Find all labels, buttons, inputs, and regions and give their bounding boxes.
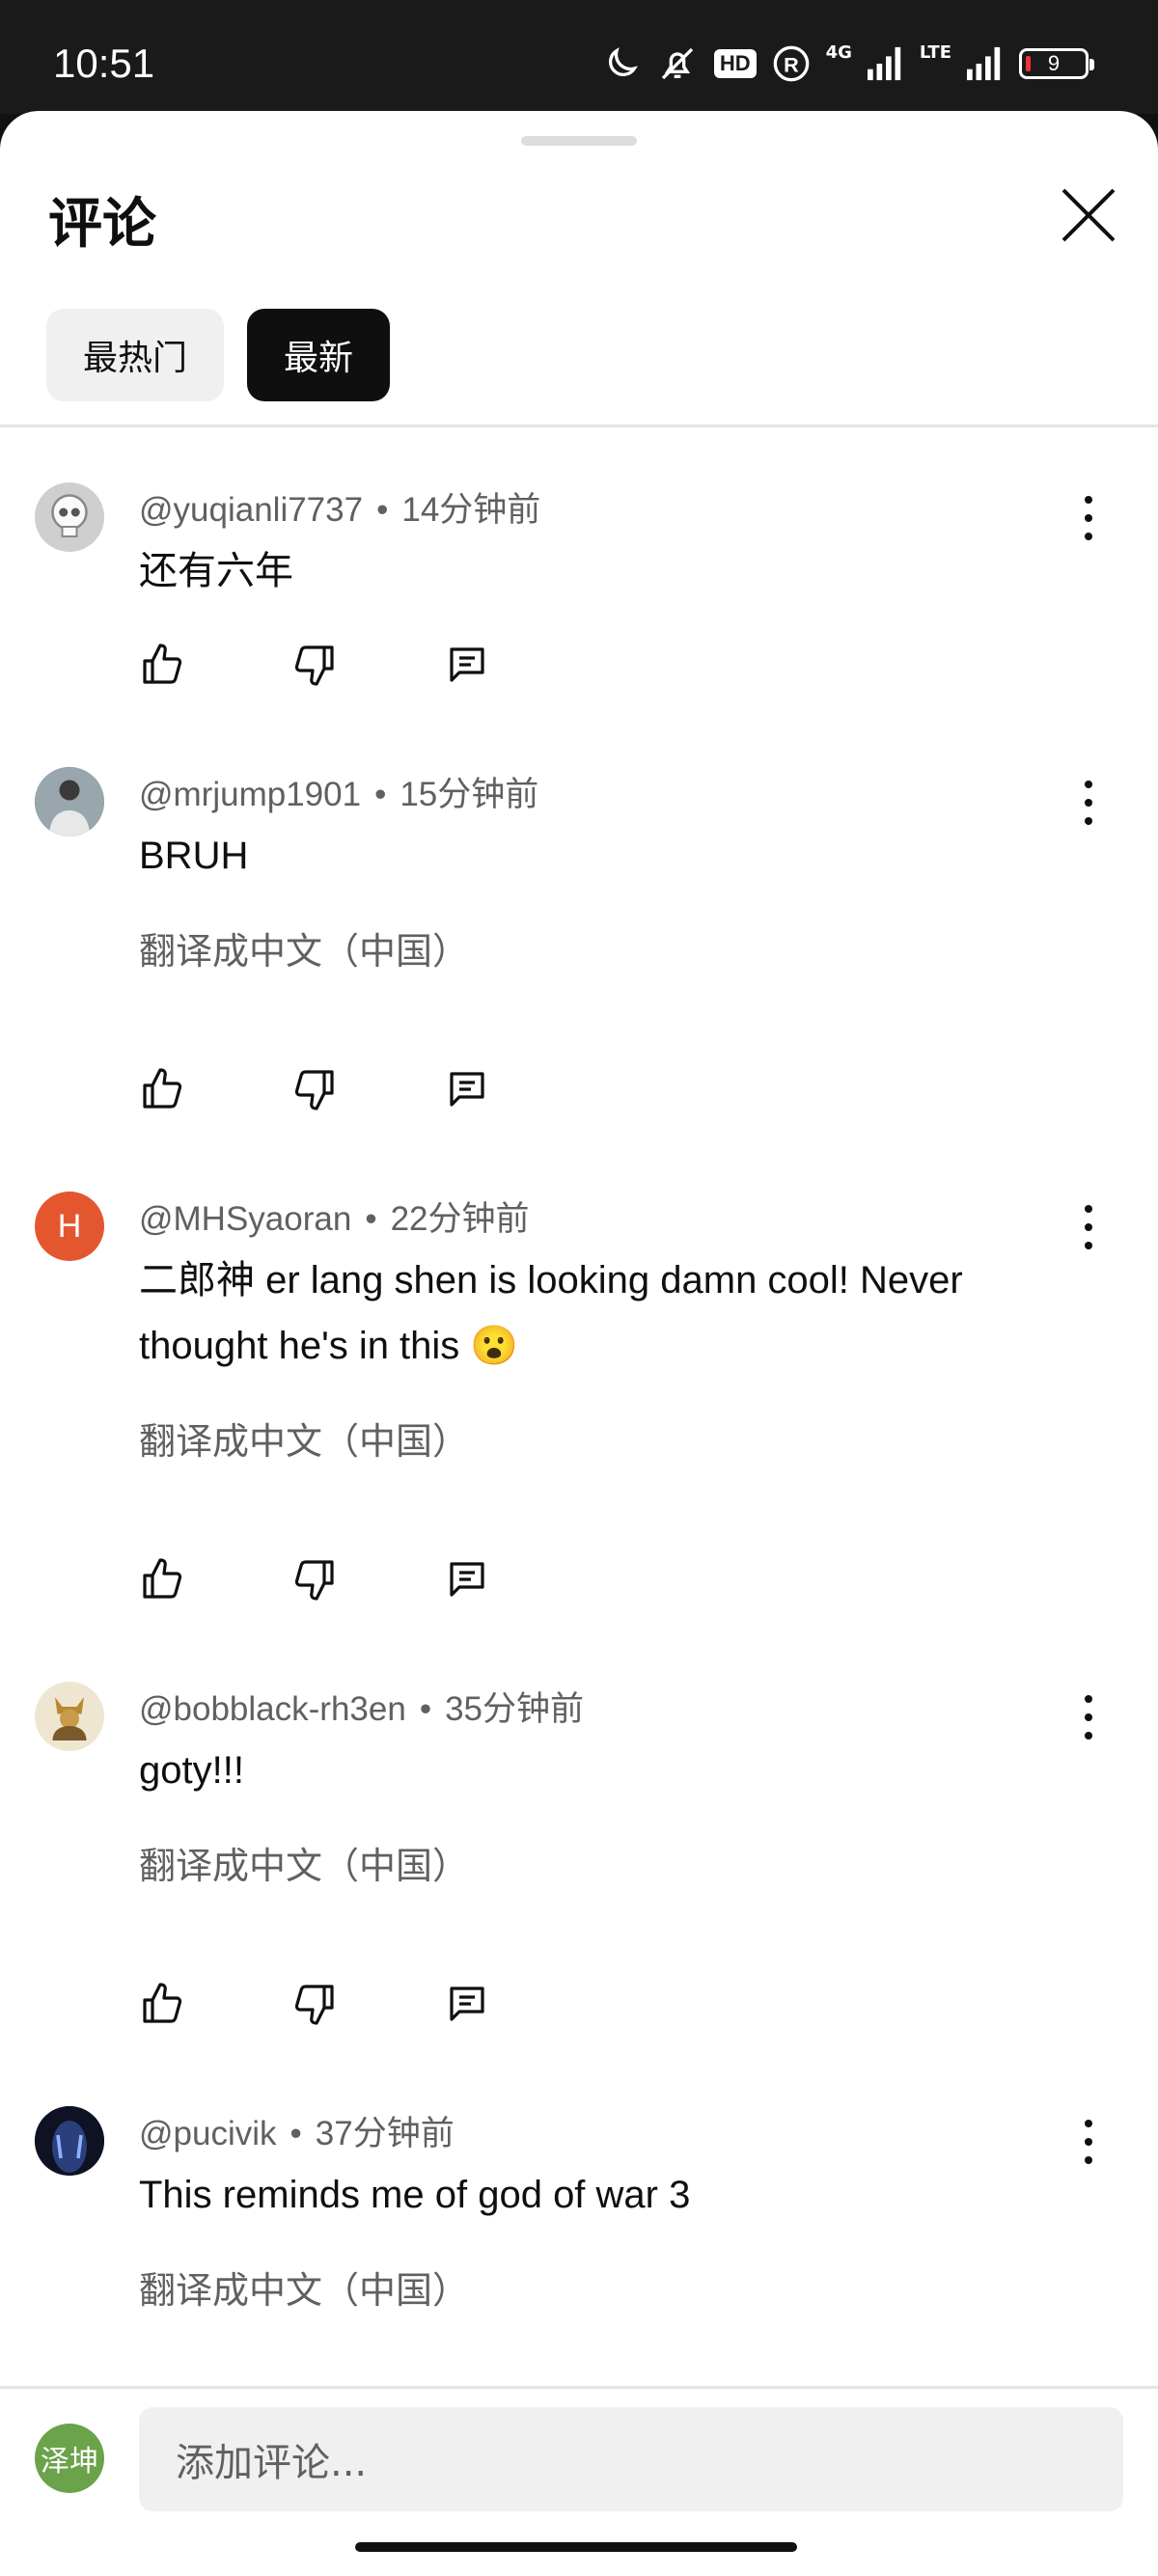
comment-time: 14分钟前 — [401, 491, 541, 529]
more-icon[interactable] — [1071, 496, 1106, 540]
comment-author[interactable]: @bobblack-rh3en — [139, 1690, 406, 1728]
drag-handle[interactable] — [521, 136, 637, 146]
comment-author[interactable]: @mrjump1901 — [139, 776, 361, 813]
signal-icon — [867, 46, 901, 81]
chip-top[interactable]: 最热门 — [46, 309, 225, 401]
translate-link[interactable]: 翻译成中文（中国） — [139, 1836, 469, 1889]
like-icon[interactable] — [139, 1981, 185, 2027]
comment-text: BRUH — [139, 835, 249, 877]
comment-meta: @bobblack-rh3en • 35分钟前 — [139, 1690, 585, 1728]
divider — [0, 2386, 1158, 2389]
dislike-icon[interactable] — [291, 1066, 338, 1112]
comment-meta: @mrjump1901 • 15分钟前 — [139, 776, 539, 813]
reply-icon[interactable] — [444, 1066, 490, 1112]
more-icon[interactable] — [1071, 781, 1106, 825]
status-bar: 10:51 HD R 4G LTE 9 — [0, 0, 1158, 114]
avatar[interactable]: H — [35, 1192, 104, 1261]
signal-icon — [967, 46, 1001, 81]
translate-link[interactable]: 翻译成中文（中国） — [139, 1411, 469, 1465]
comment-actions — [139, 1066, 490, 1112]
comment-text: goty!!! — [139, 1749, 244, 1792]
reply-icon[interactable] — [444, 1556, 490, 1603]
comment-time: 15分钟前 — [400, 776, 539, 813]
mute-icon — [661, 47, 694, 80]
more-icon[interactable] — [1071, 1695, 1106, 1740]
more-icon[interactable] — [1071, 1205, 1106, 1249]
status-time: 10:51 — [53, 41, 155, 86]
comment-actions — [139, 642, 490, 688]
dislike-icon[interactable] — [291, 642, 338, 688]
comment-author[interactable]: @pucivik — [139, 2115, 277, 2152]
character-icon — [52, 1697, 87, 1740]
comment-author[interactable]: @MHSyaoran — [139, 1200, 351, 1238]
comment-text: 二郎神 er lang shen is looking damn cool! N… — [139, 1259, 963, 1367]
skull-icon — [51, 494, 88, 537]
divider — [0, 425, 1158, 427]
comment-time: 22分钟前 — [390, 1200, 530, 1238]
sort-chips: 最热门 最新 — [46, 309, 391, 401]
my-avatar[interactable]: 泽坤 — [35, 2424, 104, 2493]
like-icon[interactable] — [139, 642, 185, 688]
comment-meta: @yuqianli7737 • 14分钟前 — [139, 491, 541, 529]
dislike-icon[interactable] — [291, 1981, 338, 2027]
like-icon[interactable] — [139, 1556, 185, 1603]
net-label-lte: LTE — [919, 42, 951, 63]
svg-text:R: R — [784, 52, 799, 76]
comment-meta: @pucivik • 37分钟前 — [139, 2115, 455, 2152]
sheet-title: 评论 — [48, 193, 156, 256]
status-icons: HD R 4G LTE 9 — [602, 42, 1094, 85]
avatar[interactable] — [35, 482, 104, 552]
comment-actions — [139, 1556, 490, 1603]
translate-link[interactable]: 翻译成中文（中国） — [139, 2261, 469, 2314]
comment-time: 35分钟前 — [445, 1690, 585, 1728]
close-icon[interactable] — [1060, 186, 1117, 244]
avatar[interactable] — [35, 1682, 104, 1751]
battery-level: 9 — [1047, 51, 1061, 75]
comment-text: This reminds me of god of war 3 — [139, 2174, 691, 2216]
translate-link[interactable]: 翻译成中文（中国） — [139, 921, 469, 974]
character-icon — [35, 2106, 104, 2176]
comment-meta: @MHSyaoran • 22分钟前 — [139, 1200, 530, 1238]
home-indicator[interactable] — [355, 2542, 797, 2552]
moon-icon — [608, 47, 638, 76]
chip-newest[interactable]: 最新 — [247, 309, 391, 401]
comment-author[interactable]: @yuqianli7737 — [139, 491, 363, 529]
dislike-icon[interactable] — [291, 1556, 338, 1603]
reply-icon[interactable] — [444, 642, 490, 688]
avatar[interactable] — [35, 767, 104, 836]
more-icon[interactable] — [1071, 2120, 1106, 2164]
comment-text: 还有六年 — [139, 550, 293, 592]
reply-icon[interactable] — [444, 1981, 490, 2027]
add-comment-input[interactable]: 添加评论... — [139, 2407, 1123, 2511]
avatar[interactable] — [35, 2106, 104, 2176]
net-label-4g: 4G — [825, 42, 852, 63]
registered-icon: R — [773, 45, 809, 82]
person-icon — [35, 767, 104, 836]
like-icon[interactable] — [139, 1066, 185, 1112]
hd-badge: HD — [713, 49, 757, 78]
comment-time: 37分钟前 — [315, 2115, 455, 2152]
avatar-letter: H — [57, 1207, 82, 1245]
comment-actions — [139, 1981, 490, 2027]
battery-icon: 9 — [1019, 48, 1094, 79]
